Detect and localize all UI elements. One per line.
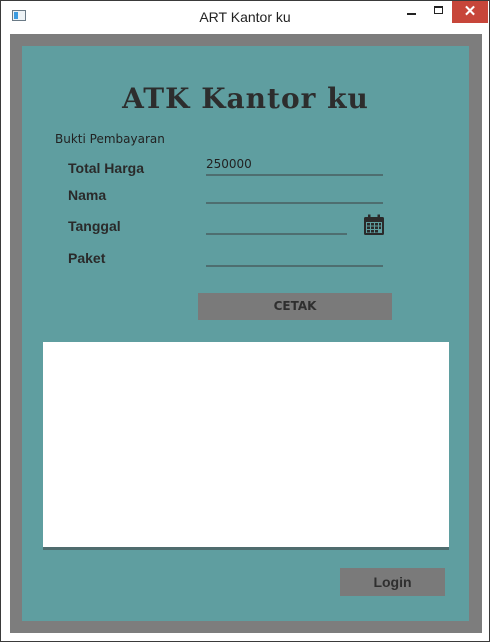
maximize-button[interactable] [426, 1, 452, 22]
tanggal-field[interactable] [206, 213, 347, 235]
calendar-icon[interactable] [363, 214, 385, 236]
minimize-button[interactable] [398, 1, 424, 22]
app-window: ART Kantor ku ✕ ATK Kantor ku Bukti Pemb… [0, 0, 490, 642]
close-button[interactable]: ✕ [452, 1, 488, 23]
section-subtitle: Bukti Pembayaran [55, 132, 165, 146]
nama-field[interactable] [206, 182, 383, 204]
tanggal-label: Tanggal [68, 218, 121, 234]
login-button[interactable]: Login [340, 568, 445, 596]
page-title: ATK Kantor ku [122, 82, 369, 115]
form-panel: ATK Kantor ku Bukti Pembayaran Total Har… [22, 46, 469, 621]
nama-label: Nama [68, 187, 107, 203]
total-harga-field[interactable] [206, 154, 383, 176]
total-harga-label: Total Harga [68, 160, 144, 176]
paket-field[interactable] [206, 245, 383, 267]
receipt-text-area[interactable] [43, 342, 449, 547]
paket-label: Paket [68, 250, 106, 266]
content-frame: ATK Kantor ku Bukti Pembayaran Total Har… [10, 34, 482, 633]
cetak-button[interactable]: CETAK [198, 293, 392, 320]
title-bar[interactable]: ART Kantor ku ✕ [1, 1, 489, 31]
text-area-scrollbar[interactable] [43, 547, 449, 550]
